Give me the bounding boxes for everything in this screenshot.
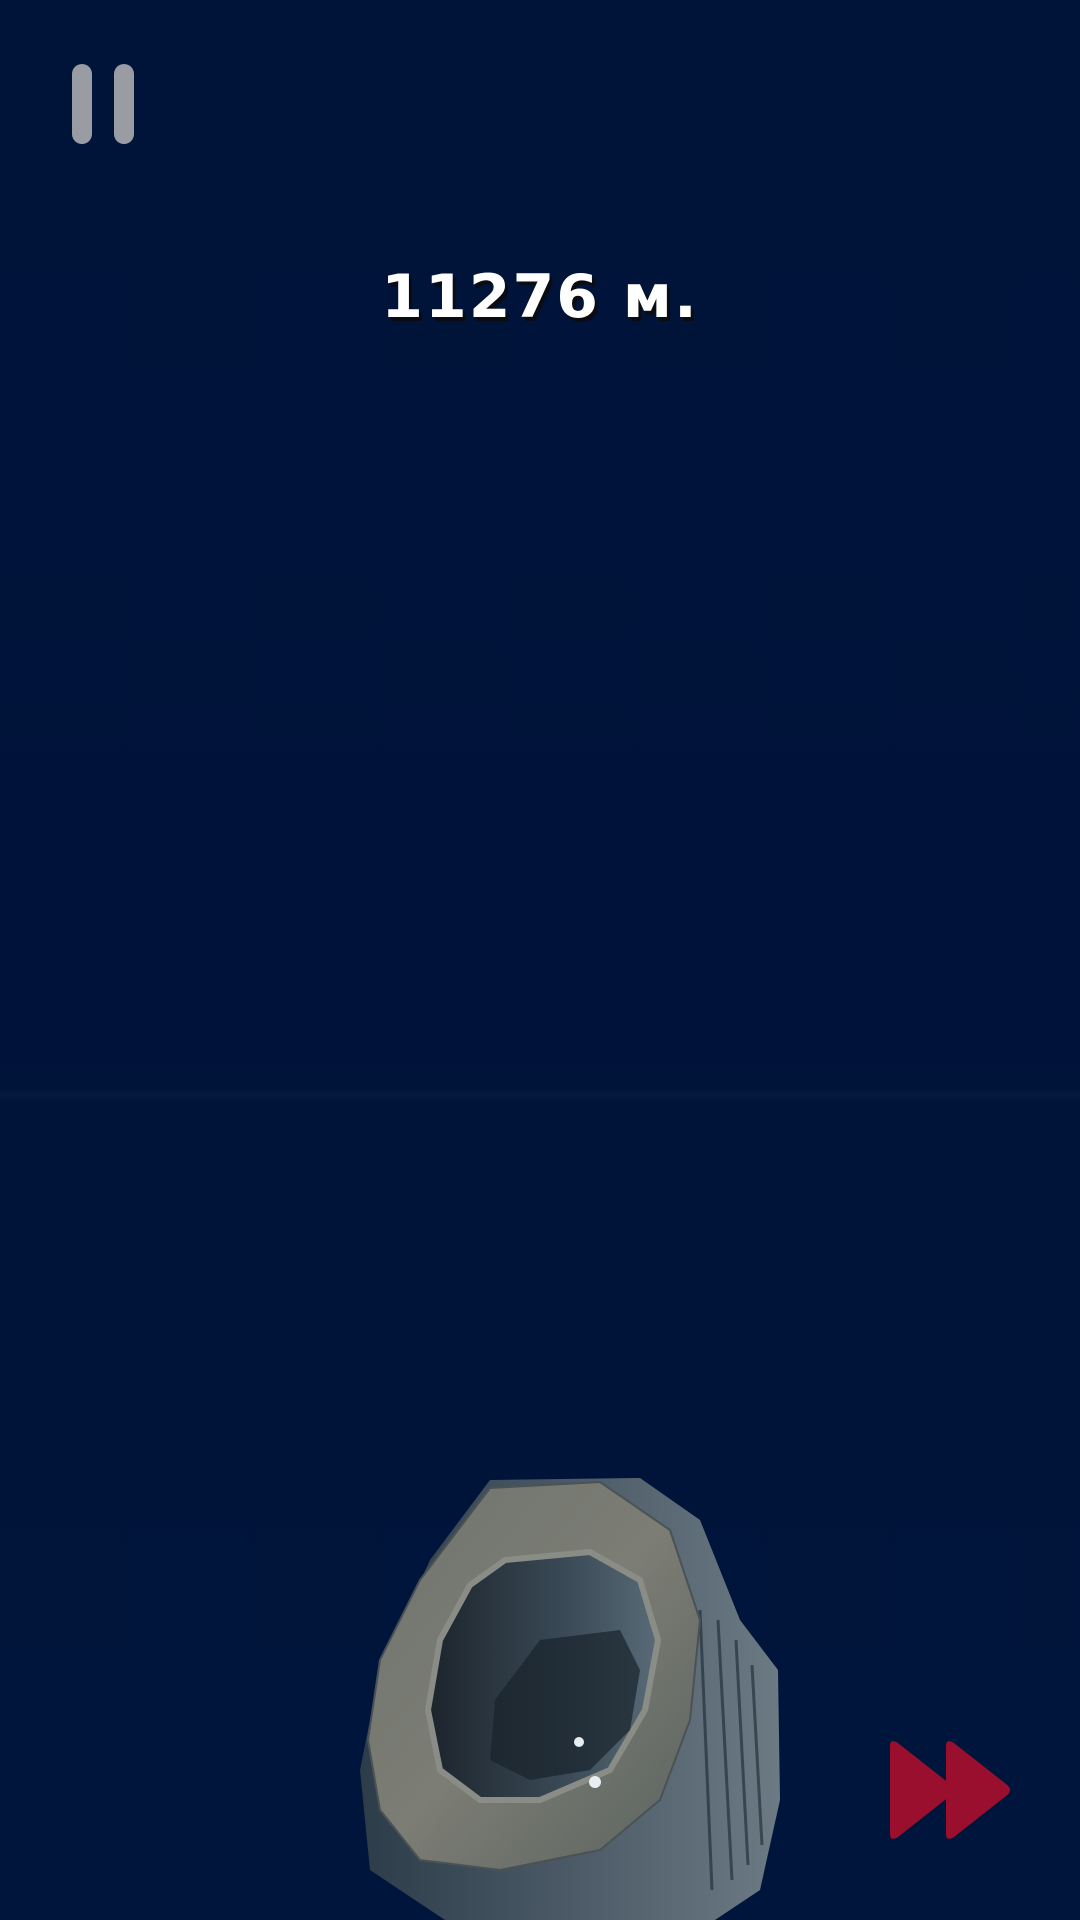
pause-icon-bar [114,64,134,144]
pause-button[interactable] [72,64,136,144]
fast-forward-icon [890,1741,1010,1839]
fast-forward-button[interactable] [884,1738,1016,1842]
tire-icon [360,1478,780,1920]
game-scene[interactable]: 11276 м. [0,0,1080,1920]
pause-icon [72,64,92,144]
horizon-line [0,1088,1080,1102]
distance-counter: 11276 м. [381,262,699,332]
